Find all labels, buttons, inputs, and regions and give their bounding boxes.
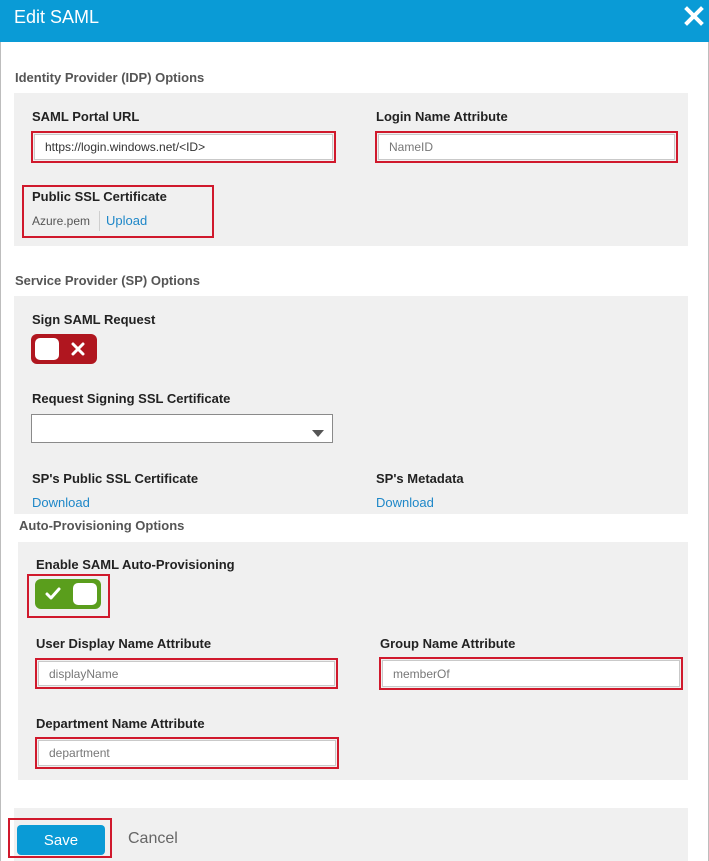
login-name-attribute-label: Login Name Attribute [376,109,508,124]
x-icon [71,342,85,361]
department-name-input[interactable]: department [38,740,336,766]
request-signing-ssl-label: Request Signing SSL Certificate [32,391,231,406]
enable-auto-provisioning-toggle[interactable] [35,579,101,609]
sp-public-ssl-label: SP's Public SSL Certificate [32,471,199,486]
sp-metadata-label: SP's Metadata [376,471,464,486]
auto-provisioning-section-title: Auto-Provisioning Options [19,518,185,533]
dialog-title-bar [0,0,709,42]
sp-metadata-download-link[interactable]: Download [376,495,434,510]
dialog-title: Edit SAML [14,7,100,27]
upload-link[interactable]: Upload [106,213,147,228]
sign-saml-request-toggle[interactable] [31,334,97,364]
public-ssl-certificate-label: Public SSL Certificate [32,189,167,204]
footer-panel [14,808,688,861]
idp-section-title: Identity Provider (IDP) Options [15,70,205,85]
toggle-knob [73,583,97,605]
check-icon [45,587,61,606]
group-name-attribute-label: Group Name Attribute [380,636,516,651]
sp-public-ssl-download-link[interactable]: Download [32,495,90,510]
department-name-label: Department Name Attribute [36,716,205,731]
chevron-down-icon[interactable] [312,425,324,443]
save-button[interactable]: Save [17,825,105,855]
user-display-name-input[interactable]: displayName [38,661,335,686]
cancel-button[interactable]: Cancel [128,830,178,848]
user-display-name-label: User Display Name Attribute [36,636,212,651]
close-icon[interactable] [682,4,706,28]
sign-saml-request-label: Sign SAML Request [32,312,156,327]
group-name-attribute-input[interactable]: memberOf [382,660,680,687]
dialog-border-left [0,42,1,861]
toggle-knob [35,338,59,360]
public-ssl-filename: Azure.pem [32,214,91,228]
sp-section-title: Service Provider (SP) Options [15,273,200,288]
saml-portal-url-input[interactable]: https://login.windows.net/<ID> [34,134,333,160]
saml-portal-url-label: SAML Portal URL [32,109,140,124]
login-name-attribute-input[interactable]: NameID [378,134,675,160]
request-signing-ssl-select[interactable] [31,414,333,443]
divider [99,211,100,231]
enable-auto-provisioning-label: Enable SAML Auto-Provisioning [36,557,235,572]
